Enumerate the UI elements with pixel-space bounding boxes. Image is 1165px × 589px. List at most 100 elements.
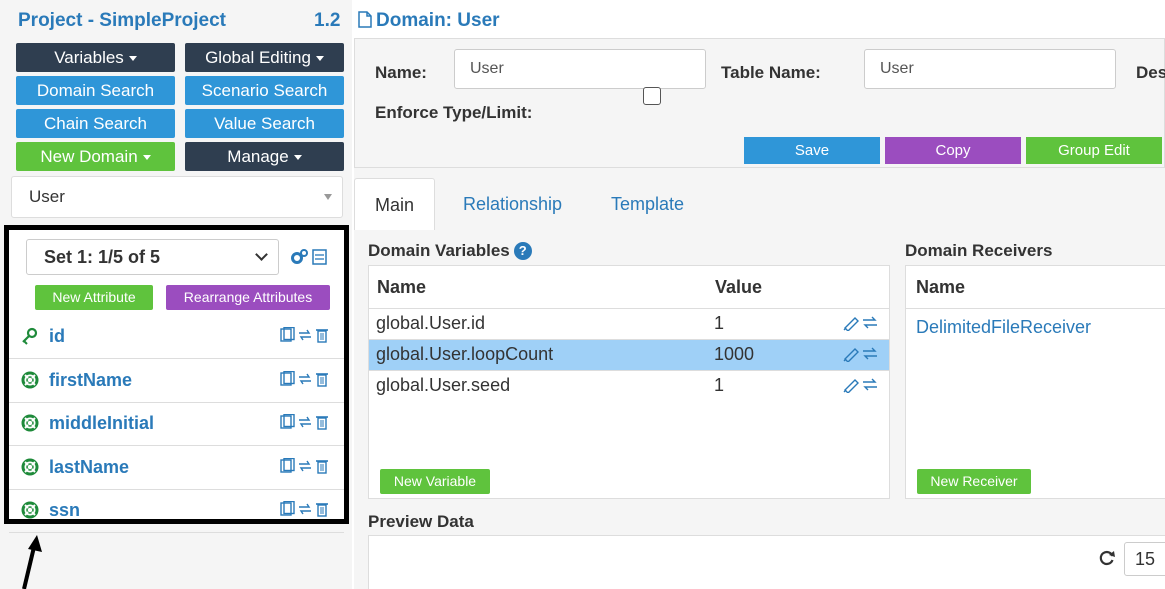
table-name-input[interactable]: User <box>864 49 1116 89</box>
new-variable-button[interactable]: New Variable <box>380 469 490 494</box>
chevron-down-icon <box>255 248 268 261</box>
attribute-set-value: Set 1: 1/5 of 5 <box>44 247 161 267</box>
tab-bar: Main Relationship Template <box>354 168 1165 230</box>
receivers-column-name: Name <box>916 277 966 297</box>
variables-dropdown-button[interactable]: Variables <box>16 43 175 72</box>
variables-label: Variables <box>54 48 124 67</box>
lifebuoy-icon <box>21 501 39 519</box>
domain-variables-title: Domain Variables? <box>368 241 532 261</box>
caret-down-icon <box>128 56 137 62</box>
help-icon[interactable]: ? <box>513 242 532 260</box>
domain-variables-table: Name Value global.User.id 1 global.User.lo… <box>368 265 890 499</box>
document-icon <box>358 11 372 28</box>
receivers-divider <box>906 308 1165 309</box>
receiver-link[interactable]: DelimitedFileReceiver <box>916 317 1091 338</box>
scenario-search-button[interactable]: Scenario Search <box>185 76 344 105</box>
domain-search-button[interactable]: Domain Search <box>16 76 175 105</box>
attribute-name[interactable]: middleInitial <box>49 413 154 434</box>
chain-search-button[interactable]: Chain Search <box>16 109 175 138</box>
new-attribute-button[interactable]: New Attribute <box>35 285 153 310</box>
settings-icons[interactable] <box>290 247 330 272</box>
rearrange-attributes-button[interactable]: Rearrange Attributes <box>166 285 330 310</box>
attribute-name[interactable]: ssn <box>49 500 80 521</box>
attribute-action-icons[interactable] <box>280 413 332 430</box>
attribute-row[interactable]: firstName <box>9 360 344 403</box>
attribute-action-icons[interactable] <box>280 457 332 474</box>
name-input[interactable]: User <box>454 49 706 89</box>
enforce-type-checkbox[interactable] <box>643 87 661 105</box>
group-edit-button[interactable]: Group Edit <box>1026 137 1162 164</box>
table-name-label: Table Name: <box>721 63 821 82</box>
main-tab-content: Domain Variables? Name Value global.User… <box>354 230 1165 589</box>
attribute-row[interactable]: id <box>9 316 344 359</box>
attribute-row[interactable]: middleInitial <box>9 403 344 446</box>
domain-form: Name: User Table Name: User Des Enforce … <box>354 38 1165 168</box>
attribute-actions <box>280 370 332 392</box>
variable-row[interactable]: global.User.seed 1 <box>369 370 889 401</box>
tab-template[interactable]: Template <box>611 178 684 230</box>
attribute-row[interactable]: lastName <box>9 447 344 490</box>
domain-title-text: Domain: User <box>376 10 500 31</box>
key-icon <box>22 327 38 345</box>
variable-edit-icons[interactable] <box>842 313 880 331</box>
variables-column-name: Name <box>377 277 427 297</box>
attribute-set-select[interactable]: Set 1: 1/5 of 5 <box>26 239 279 275</box>
save-button[interactable]: Save <box>744 137 880 164</box>
variable-name: global.User.loopCount <box>376 344 554 364</box>
tab-main[interactable]: Main <box>354 178 436 230</box>
variable-row[interactable]: global.User.id 1 <box>369 308 889 339</box>
tab-relationship[interactable]: Relationship <box>463 178 562 230</box>
attribute-actions <box>280 326 332 348</box>
refresh-icon[interactable] <box>1098 549 1116 567</box>
enforce-type-label: Enforce Type/Limit: <box>375 103 533 122</box>
variable-edit-icons[interactable] <box>842 344 880 362</box>
attribute-action-icons[interactable] <box>280 370 332 387</box>
domain-detail-panel: Domain: User Name: User Table Name: User… <box>352 0 1165 589</box>
domain-select-value: User <box>29 187 65 206</box>
variable-row[interactable]: global.User.loopCount 1000 <box>369 339 889 370</box>
left-panel: Project - SimpleProject 1.2 Variables Gl… <box>0 0 352 589</box>
domain-select[interactable]: User <box>11 176 343 218</box>
attribute-actions <box>280 457 332 479</box>
description-label: Des <box>1136 63 1165 82</box>
domain-title: Domain: User <box>358 10 500 32</box>
manage-label: Manage <box>227 147 289 166</box>
global-editing-dropdown-button[interactable]: Global Editing <box>185 43 344 72</box>
project-version: 1.2 <box>314 10 341 31</box>
new-receiver-button[interactable]: New Receiver <box>917 469 1031 494</box>
attribute-name[interactable]: lastName <box>49 457 129 478</box>
page-size-input[interactable]: 15 <box>1124 542 1165 576</box>
annotation-arrow-icon <box>22 535 42 589</box>
lifebuoy-icon <box>21 414 39 432</box>
preview-data-title: Preview Data <box>368 512 474 531</box>
variable-edit-icons[interactable] <box>842 375 880 393</box>
variable-name: global.User.seed <box>376 375 511 395</box>
attribute-action-icons[interactable] <box>280 326 332 343</box>
manage-dropdown-button[interactable]: Manage <box>185 142 344 171</box>
value-search-button[interactable]: Value Search <box>185 109 344 138</box>
preview-data-panel: 15 <box>368 535 1165 589</box>
global-editing-label: Global Editing <box>205 48 311 67</box>
domain-receivers-title: Domain Receivers <box>905 241 1053 260</box>
lifebuoy-icon <box>21 371 39 388</box>
lifebuoy-icon <box>21 458 39 475</box>
attribute-actions <box>280 500 332 522</box>
gears-icon[interactable] <box>290 247 330 267</box>
attribute-name[interactable]: firstName <box>49 370 132 391</box>
dropdown-arrow-icon <box>324 194 332 200</box>
caret-down-icon <box>315 56 324 62</box>
attribute-actions <box>280 413 332 435</box>
new-domain-label: New Domain <box>40 147 138 166</box>
variables-column-value: Value <box>715 277 763 297</box>
copy-button[interactable]: Copy <box>885 137 1021 164</box>
variable-value: 1 <box>714 375 725 395</box>
variable-value: 1000 <box>714 344 755 364</box>
domain-variables-title-text: Domain Variables <box>368 241 510 260</box>
domain-receivers-table: Name DelimitedFileReceiver New Receiver <box>905 265 1165 499</box>
attribute-name[interactable]: id <box>49 326 65 347</box>
new-domain-dropdown-button[interactable]: New Domain <box>16 142 175 171</box>
variable-name: global.User.id <box>376 313 486 333</box>
attribute-row[interactable]: ssn <box>9 490 344 533</box>
attribute-action-icons[interactable] <box>280 500 332 517</box>
caret-down-icon <box>142 155 151 161</box>
